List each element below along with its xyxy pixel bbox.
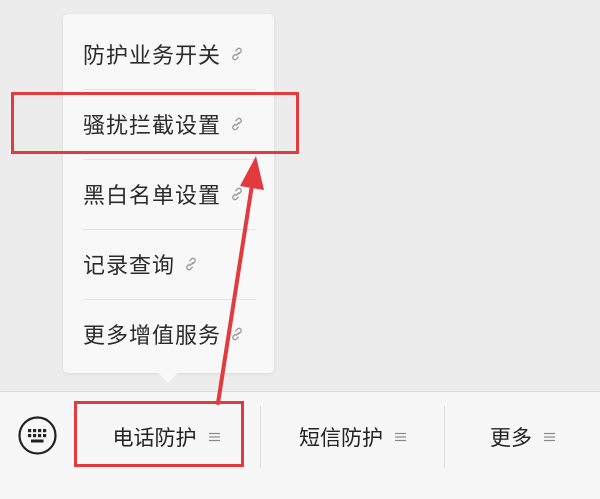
menu-item-label: 记录查询 (83, 254, 176, 279)
menu-lines-icon (208, 432, 220, 442)
tab-label: 短信防护 (299, 426, 383, 450)
tab-sms-protection[interactable]: 短信防护 (261, 392, 444, 482)
menu-lines-icon (544, 432, 555, 442)
menu-item-label: 更多增值服务 (83, 324, 222, 349)
menu-item-label: 黑白名单设置 (83, 184, 222, 209)
tab-more[interactable]: 更多 (445, 392, 600, 482)
link-icon (232, 327, 242, 341)
link-icon (232, 47, 242, 61)
menu-item-harassment-block-settings[interactable]: 骚扰拦截设置 (63, 89, 274, 159)
menu-item-more-value-added-services[interactable]: 更多增值服务 (63, 299, 274, 369)
popup-menu: 防护业务开关 骚扰拦截设置 黑白名单设置 记录查询 更多增值服务 (63, 14, 274, 373)
tab-phone-protection[interactable]: 电话防护 (72, 392, 260, 482)
menu-item-label: 防护业务开关 (83, 44, 222, 69)
menu-item-label: 骚扰拦截设置 (83, 114, 222, 139)
tab-label: 更多 (490, 426, 532, 450)
menu-item-record-query[interactable]: 记录查询 (63, 229, 274, 299)
link-icon (186, 257, 196, 271)
keyboard-icon[interactable] (17, 415, 58, 456)
menu-item-black-white-list-settings[interactable]: 黑白名单设置 (63, 159, 274, 229)
menu-lines-icon (395, 432, 406, 442)
link-icon (232, 117, 242, 131)
menu-item-protection-switch[interactable]: 防护业务开关 (63, 19, 274, 89)
bottom-menu-bar: 电话防护 短信防护 更多 (0, 391, 600, 499)
link-icon (232, 187, 242, 201)
tab-label: 电话防护 (112, 426, 197, 450)
